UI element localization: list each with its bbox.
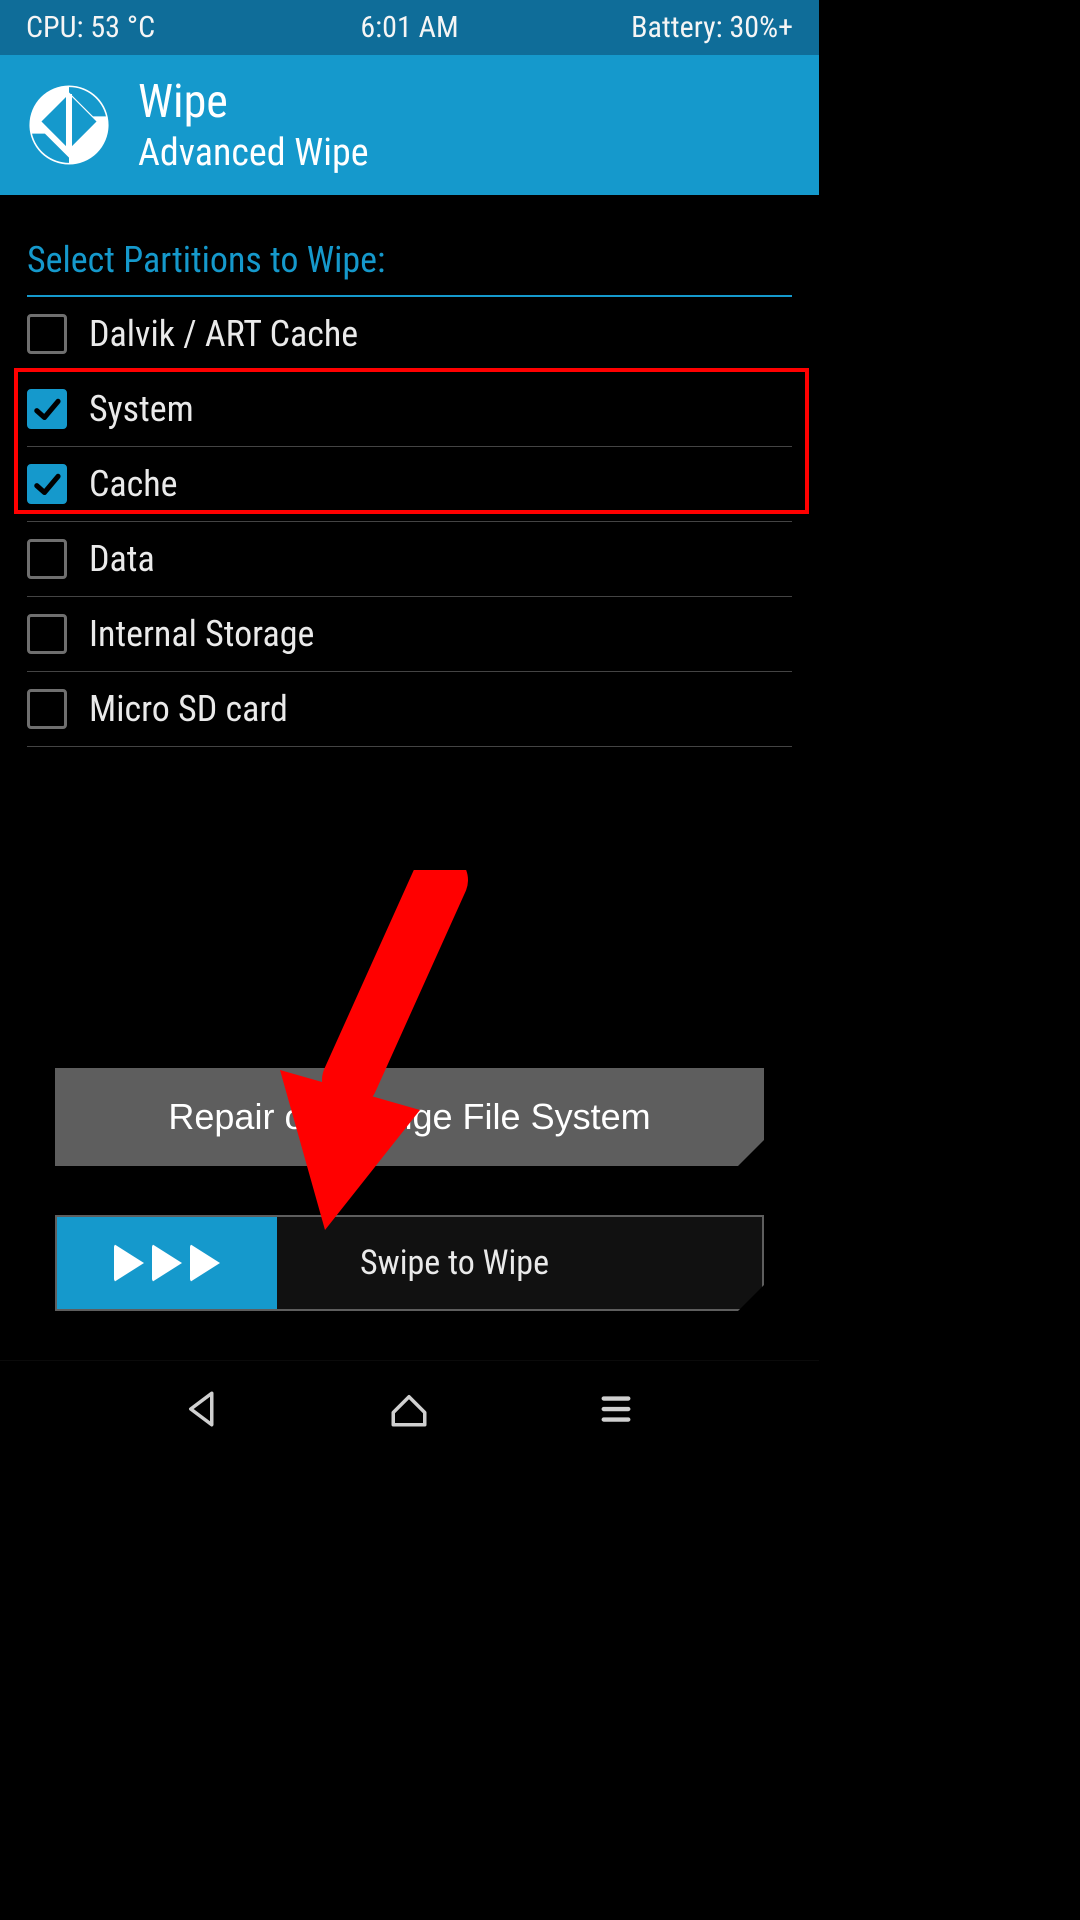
nav-home-icon[interactable] — [381, 1381, 437, 1437]
swipe-label: Swipe to Wipe — [270, 1243, 549, 1283]
repair-change-fs-button[interactable]: Repair or Change File System — [55, 1068, 764, 1166]
partition-row-data[interactable]: Data — [27, 522, 792, 597]
partition-row-cache[interactable]: Cache — [27, 447, 792, 522]
status-cpu: CPU: 53 °C — [26, 10, 155, 45]
status-battery: Battery: 30%+ — [631, 10, 793, 45]
nav-bar — [0, 1360, 819, 1456]
partition-label: Micro SD card — [89, 688, 288, 730]
page-subtitle: Advanced Wipe — [138, 131, 369, 175]
partition-label: System — [89, 388, 194, 430]
partition-label: Internal Storage — [89, 613, 314, 655]
page-title: Wipe — [138, 79, 369, 125]
main-content: Select Partitions to Wipe: Dalvik / ART … — [0, 195, 819, 1360]
checkbox-system[interactable] — [27, 389, 67, 429]
partition-row-dalvik[interactable]: Dalvik / ART Cache — [27, 297, 792, 372]
nav-back-icon[interactable] — [175, 1381, 231, 1437]
swipe-slider[interactable]: Swipe to Wipe — [55, 1215, 764, 1311]
chevron-right-icon — [190, 1244, 220, 1282]
status-time: 6:01 AM — [360, 10, 458, 45]
checkbox-cache[interactable] — [27, 464, 67, 504]
partition-row-microsd[interactable]: Micro SD card — [27, 672, 792, 747]
status-bar: CPU: 53 °C 6:01 AM Battery: 30%+ — [0, 0, 819, 55]
partition-row-internal[interactable]: Internal Storage — [27, 597, 792, 672]
checkbox-internal[interactable] — [27, 614, 67, 654]
app-header: Wipe Advanced Wipe — [0, 55, 819, 195]
partition-label: Data — [89, 538, 155, 580]
partition-label: Cache — [89, 463, 178, 505]
checkbox-data[interactable] — [27, 539, 67, 579]
chevron-right-icon — [114, 1244, 144, 1282]
checkbox-microsd[interactable] — [27, 689, 67, 729]
checkbox-dalvik[interactable] — [27, 314, 67, 354]
swipe-track[interactable]: Swipe to Wipe — [55, 1215, 764, 1311]
swipe-knob[interactable] — [57, 1217, 277, 1309]
chevron-right-icon — [152, 1244, 182, 1282]
partition-list: Dalvik / ART Cache System Cache Data Int… — [27, 297, 792, 747]
nav-menu-icon[interactable] — [588, 1381, 644, 1437]
partition-label: Dalvik / ART Cache — [89, 313, 358, 355]
partition-row-system[interactable]: System — [27, 372, 792, 447]
section-label: Select Partitions to Wipe: — [27, 239, 792, 297]
twrp-logo-icon — [26, 82, 112, 168]
